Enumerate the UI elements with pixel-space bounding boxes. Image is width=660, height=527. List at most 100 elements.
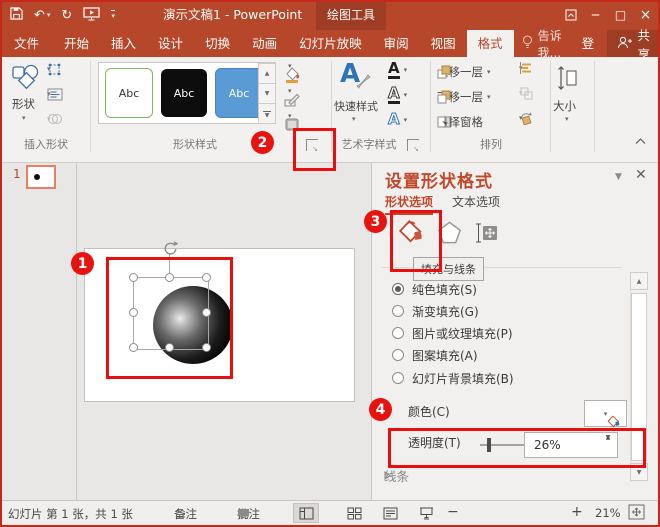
comments-button[interactable]: 批注	[237, 506, 260, 522]
shape-outline-button[interactable]: ▾	[284, 87, 292, 95]
slide-sorter-view-button[interactable]	[341, 503, 367, 523]
send-backward-button[interactable]: 下移一层▾	[437, 89, 491, 105]
shape-styles-dialog-launcher[interactable]	[306, 139, 318, 151]
fill-option-gradient[interactable]: 渐变填充(G)	[392, 303, 479, 319]
line-section-header[interactable]: 线条	[384, 466, 409, 485]
zoom-percentage[interactable]: 21%	[595, 506, 621, 520]
transparency-spinner[interactable]: 26% ▲▼	[524, 432, 618, 458]
fill-option-solid[interactable]: 纯色填充(S)	[392, 281, 477, 297]
thumbnail-panel-divider[interactable]	[76, 163, 77, 500]
tell-me-box[interactable]: 告诉我...	[514, 30, 573, 57]
shape-style-preset-3[interactable]: Abc	[215, 68, 263, 118]
fill-option-picture[interactable]: 图片或纹理填充(P)	[392, 325, 513, 341]
tab-view[interactable]: 视图	[420, 30, 467, 57]
tab-animations[interactable]: 动画	[241, 30, 288, 57]
fill-color-button[interactable]: ▾	[584, 400, 627, 427]
quick-styles-dropdown-icon: ▾	[352, 115, 356, 123]
save-button[interactable]	[10, 7, 23, 23]
tab-home[interactable]: 开始	[53, 30, 100, 57]
rotate-handle[interactable]	[162, 240, 178, 259]
annotation-step-2: 2	[251, 131, 274, 154]
edit-shape-button[interactable]: ▾	[47, 65, 51, 73]
selection-handle[interactable]	[129, 308, 138, 317]
selection-handle[interactable]	[202, 273, 211, 282]
text-fill-button[interactable]: A▾	[388, 61, 407, 79]
pane-close-icon[interactable]: ✕	[635, 167, 647, 183]
text-box-button[interactable]: ▾	[47, 90, 51, 98]
wordart-dialog-launcher[interactable]	[407, 139, 419, 151]
sign-in-button[interactable]: 登录	[573, 30, 608, 57]
undo-dropdown-icon[interactable]: ▾	[47, 11, 51, 19]
transparency-value[interactable]: 26%	[534, 438, 561, 452]
slideshow-view-button[interactable]	[413, 503, 439, 523]
selection-handle[interactable]	[165, 343, 174, 352]
tab-transitions[interactable]: 切换	[194, 30, 241, 57]
merge-shapes-button[interactable]: ▾	[47, 115, 51, 123]
slide-thumbnail[interactable]	[26, 165, 56, 189]
minimize-button[interactable]: ─	[583, 0, 608, 30]
align-objects-button[interactable]: ▾	[519, 64, 523, 72]
gallery-scroll-up-button[interactable]: ▲	[258, 63, 276, 84]
tab-format[interactable]: 格式	[467, 30, 514, 57]
arrange-group-label: 排列	[432, 136, 550, 150]
shapes-button-label: 形状	[12, 96, 35, 112]
tab-file[interactable]: 文件	[0, 30, 53, 57]
ribbon-display-options-button[interactable]	[558, 0, 583, 30]
zoom-in-button[interactable]: +	[571, 504, 583, 520]
annotation-step-1: 1	[71, 252, 94, 275]
title-bar: ↶▾ ↻ ▾ 演示文稿1 - PowerPoint 绘图工具 ─ □ ×	[0, 0, 660, 30]
powerpoint-window: ↶▾ ↻ ▾ 演示文稿1 - PowerPoint 绘图工具 ─ □ × 文件 …	[0, 0, 660, 527]
selection-pane-button[interactable]: 选择窗格	[437, 114, 483, 130]
fill-option-pattern[interactable]: 图案填充(A)	[392, 347, 478, 363]
tab-design[interactable]: 设计	[147, 30, 194, 57]
text-effects-button[interactable]: A▾	[388, 112, 407, 127]
selection-handle[interactable]	[202, 343, 211, 352]
transparency-label: 透明度(T)	[408, 434, 461, 451]
shape-fill-button[interactable]: ▾	[284, 62, 292, 70]
zoom-out-button[interactable]: −	[447, 504, 459, 520]
pane-options-dropdown-icon[interactable]: ▼	[615, 172, 622, 182]
shape-style-preset-1[interactable]: Abc	[105, 68, 153, 118]
rotate-objects-button[interactable]: ▾	[519, 114, 523, 122]
tab-review[interactable]: 审阅	[373, 30, 420, 57]
pane-title: 设置形状格式	[385, 167, 493, 192]
radio-icon	[392, 372, 404, 384]
selection-handle[interactable]	[129, 343, 138, 352]
gallery-scroll-down-button[interactable]: ▼	[258, 83, 276, 104]
size-dropdown-icon: ▾	[565, 115, 569, 123]
bring-forward-button[interactable]: 上移一层▾	[437, 64, 491, 80]
customize-qat-button[interactable]: ▾	[111, 10, 115, 20]
shape-effects-button[interactable]: ▾	[284, 112, 292, 120]
tab-slideshow[interactable]: 幻灯片放映	[288, 30, 373, 57]
notes-button[interactable]: 备注	[174, 506, 197, 522]
pane-tab-shape-options[interactable]: 形状选项	[385, 193, 433, 215]
pane-scroll-down-button[interactable]: ▼	[630, 463, 648, 481]
selection-handle[interactable]	[202, 308, 211, 317]
quick-styles-button[interactable]: A	[340, 61, 360, 87]
shape-style-preset-2[interactable]: Abc	[161, 69, 207, 117]
selection-handle[interactable]	[165, 273, 174, 282]
transparency-slider-handle[interactable]	[487, 438, 491, 452]
insert-shapes-group-label: 插入形状	[8, 136, 84, 150]
tab-insert[interactable]: 插入	[100, 30, 147, 57]
normal-view-button[interactable]	[293, 503, 319, 523]
fill-option-background[interactable]: 幻灯片背景填充(B)	[392, 370, 514, 386]
window-title: 演示文稿1 - PowerPoint	[163, 0, 302, 30]
share-button[interactable]: 共享	[607, 30, 660, 57]
pane-tab-text-options[interactable]: 文本选项	[452, 193, 500, 210]
annotation-step-4: 4	[369, 398, 392, 421]
redo-button[interactable]: ↻	[61, 8, 72, 23]
spin-down-icon[interactable]: ▼	[606, 434, 611, 441]
selection-handle[interactable]	[129, 273, 138, 282]
text-outline-button[interactable]: A▾	[388, 86, 407, 104]
start-slideshow-button[interactable]	[83, 7, 100, 24]
gallery-more-button[interactable]: ▼	[258, 103, 276, 124]
pane-scroll-up-button[interactable]: ▲	[630, 272, 648, 290]
undo-button[interactable]: ↶▾	[34, 8, 50, 23]
group-objects-button[interactable]: ▾	[519, 89, 523, 97]
annotation-step-3: 3	[364, 210, 387, 233]
maximize-button[interactable]: □	[608, 0, 633, 30]
shape-styles-group-label: 形状样式	[120, 136, 270, 150]
pane-scrollbar-thumb[interactable]	[631, 293, 647, 461]
reading-view-button[interactable]	[377, 503, 403, 523]
